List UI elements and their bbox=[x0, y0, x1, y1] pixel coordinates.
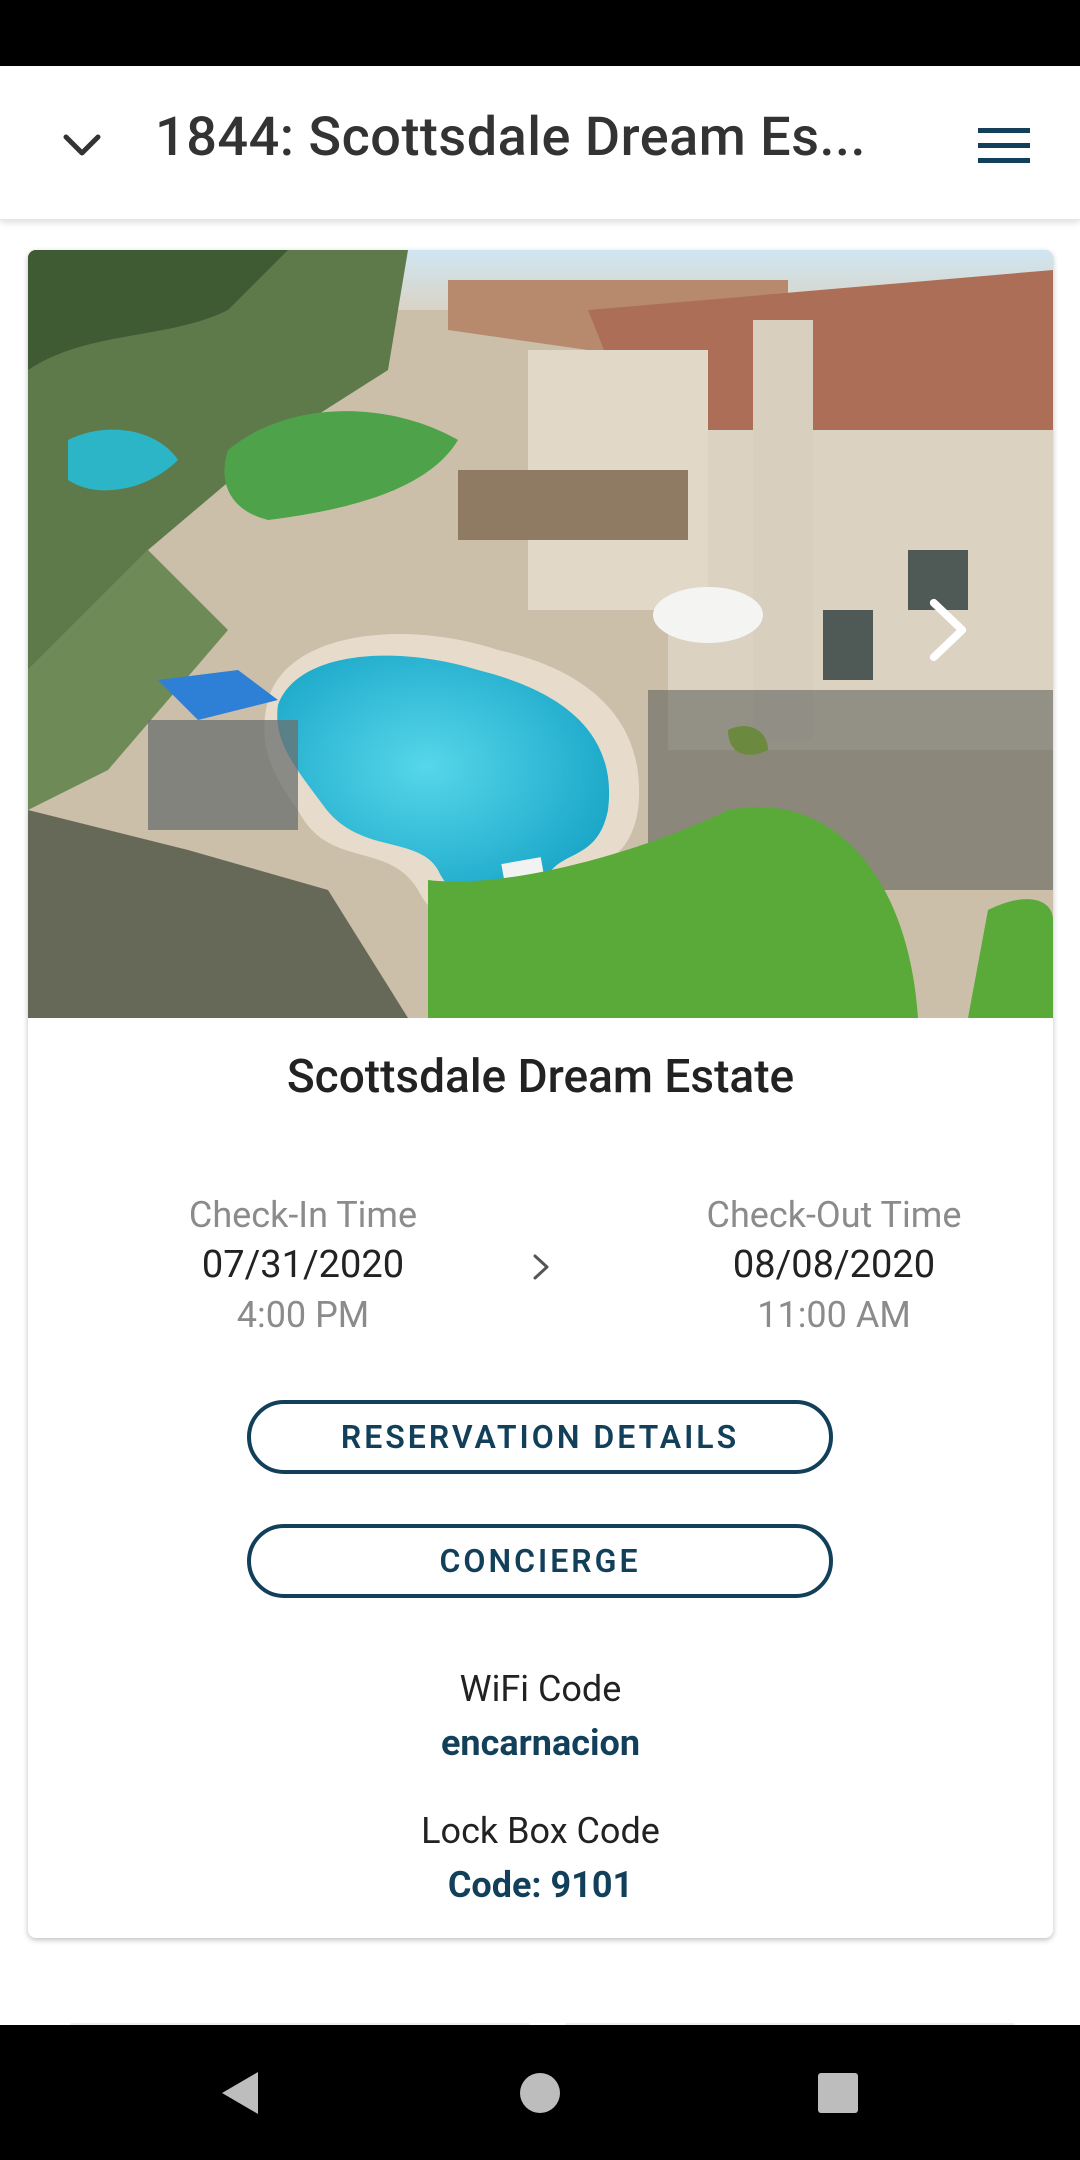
hamburger-menu-icon[interactable] bbox=[974, 118, 1034, 174]
aerial-pool-house-photo bbox=[28, 250, 1053, 1018]
recent-apps-icon[interactable] bbox=[808, 2063, 868, 2123]
status-bar bbox=[0, 0, 1080, 66]
chevron-right-icon bbox=[516, 1242, 566, 1292]
check-out-date: 08/08/2020 bbox=[732, 1243, 936, 1287]
check-out-time: 11:00 AM bbox=[757, 1294, 911, 1336]
wifi-code-label: WiFi Code bbox=[459, 1668, 622, 1710]
property-photo[interactable] bbox=[28, 250, 1053, 1018]
system-navigation-bar bbox=[0, 2025, 1080, 2160]
page-title: 1844: Scottsdale Dream Es... bbox=[155, 106, 866, 169]
app-header: 1844: Scottsdale Dream Es... bbox=[0, 66, 1080, 220]
check-in-time: 4:00 PM bbox=[236, 1294, 370, 1336]
check-in-date: 07/31/2020 bbox=[201, 1243, 405, 1287]
back-icon[interactable] bbox=[210, 2063, 270, 2123]
property-name: Scottsdale Dream Estate bbox=[286, 1050, 795, 1104]
stay-times: Check-In Time 07/31/2020 4:00 PM Check-O… bbox=[28, 1190, 1053, 1340]
chevron-right-icon[interactable] bbox=[918, 595, 978, 665]
lock-box-code-value: Code: 9101 bbox=[447, 1864, 634, 1906]
concierge-button[interactable]: CONCIERGE bbox=[247, 1524, 833, 1598]
lock-box-code-label: Lock Box Code bbox=[421, 1810, 660, 1852]
check-in-label: Check-In Time bbox=[188, 1194, 418, 1236]
check-out-block: Check-Out Time 08/08/2020 11:00 AM bbox=[664, 1190, 1004, 1340]
reservation-details-button[interactable]: RESERVATION DETAILS bbox=[247, 1400, 833, 1474]
chevron-down-icon[interactable] bbox=[52, 116, 112, 176]
check-out-label: Check-Out Time bbox=[706, 1194, 962, 1236]
home-icon[interactable] bbox=[510, 2063, 570, 2123]
check-in-block: Check-In Time 07/31/2020 4:00 PM bbox=[133, 1190, 473, 1340]
main-content: Scottsdale Dream Estate Check-In Time 07… bbox=[0, 220, 1080, 2025]
property-card: Scottsdale Dream Estate Check-In Time 07… bbox=[28, 250, 1053, 1938]
wifi-code-value: encarnacion bbox=[440, 1722, 641, 1764]
